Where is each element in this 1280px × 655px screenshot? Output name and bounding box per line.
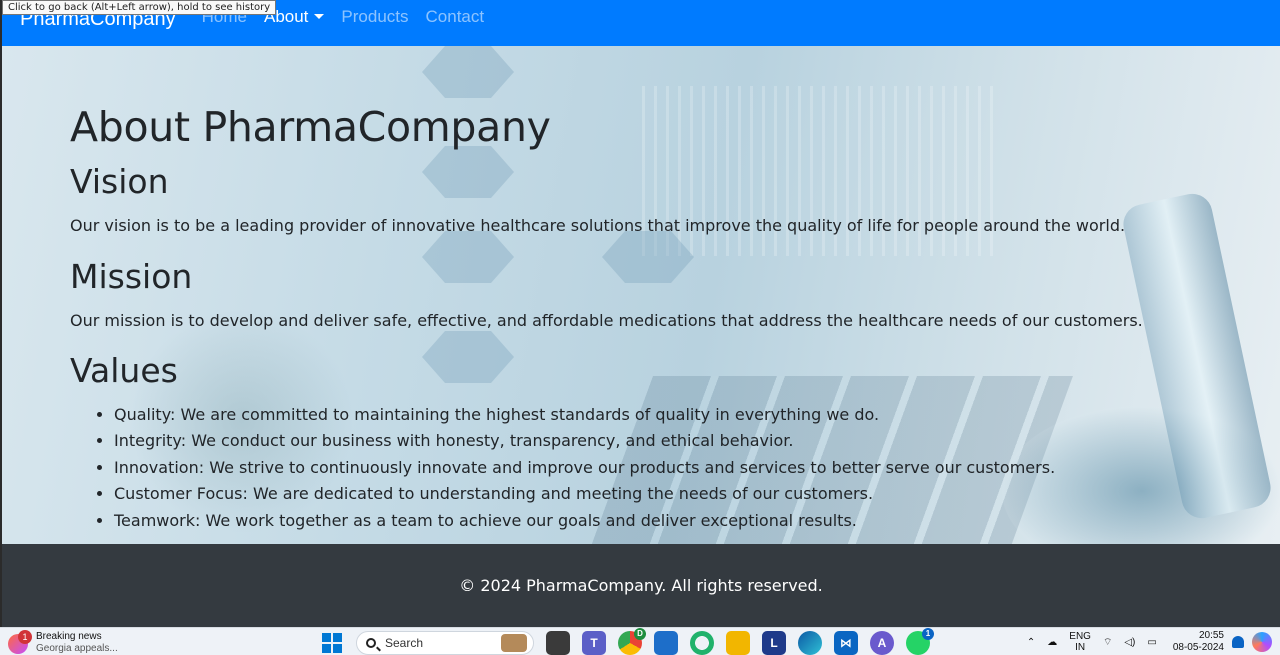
- language-code: ENG: [1069, 631, 1091, 642]
- chevron-up-icon[interactable]: ⌃: [1027, 637, 1035, 648]
- copilot-icon[interactable]: [1252, 632, 1272, 652]
- chrome-profile-badge: D: [634, 628, 646, 640]
- windows-start-icon[interactable]: [322, 633, 342, 653]
- values-list-item: Teamwork: We work together as a team to …: [114, 510, 1055, 536]
- values-list: Quality: We are committed to maintaining…: [94, 404, 1055, 536]
- vscode-icon[interactable]: ⋈: [834, 631, 858, 655]
- nav-link-products[interactable]: Products: [341, 7, 408, 27]
- refresh-app-icon[interactable]: [690, 631, 714, 655]
- news-title: Breaking news: [36, 631, 102, 642]
- clock-date: 08-05-2024: [1172, 642, 1224, 653]
- chrome-icon[interactable]: D: [618, 628, 646, 655]
- mission-text: Our mission is to develop and deliver sa…: [70, 311, 1143, 330]
- page-title: About PharmaCompany: [70, 103, 551, 151]
- whatsapp-badge: 1: [922, 628, 934, 640]
- hexagon-decoration: [422, 146, 514, 198]
- hexagon-decoration: [422, 331, 514, 383]
- file-explorer-icon[interactable]: [726, 631, 750, 655]
- wifi-icon[interactable]: ⌔: [1103, 636, 1112, 649]
- news-icon: 1: [8, 630, 32, 654]
- nav-link-contact[interactable]: Contact: [426, 7, 485, 27]
- news-widget[interactable]: 1 Breaking news Georgia appeals...: [8, 630, 118, 655]
- taskbar-search[interactable]: Search: [356, 631, 534, 655]
- volume-icon[interactable]: ◁): [1124, 637, 1135, 648]
- hexagon-decoration: [422, 231, 514, 283]
- values-list-item: Integrity: We conduct our business with …: [114, 430, 1055, 456]
- search-label: Search: [385, 636, 424, 650]
- whatsapp-icon[interactable]: 1: [906, 628, 934, 655]
- system-tray: ⌃ ☁ ENG IN ⌔ ◁) ▭ 20:55 08-05-2024: [1021, 630, 1272, 654]
- news-subtitle: Georgia appeals...: [36, 643, 118, 654]
- news-badge: 1: [18, 630, 32, 644]
- clock[interactable]: 20:55 08-05-2024: [1173, 630, 1224, 654]
- task-view-icon[interactable]: [546, 631, 570, 655]
- about-hero-section: About PharmaCompany Vision Our vision is…: [2, 46, 1280, 544]
- values-list-item: Innovation: We strive to continuously in…: [114, 457, 1055, 483]
- region-code: IN: [1075, 642, 1086, 653]
- battery-icon[interactable]: ▭: [1147, 637, 1156, 648]
- copyright-text: © 2024 PharmaCompany. All rights reserve…: [459, 576, 823, 595]
- back-button-tooltip: Click to go back (Alt+Left arrow), hold …: [2, 0, 277, 15]
- dropdown-caret-icon: [314, 14, 325, 19]
- window-frame-edge: [0, 0, 2, 627]
- search-icon: [366, 638, 376, 648]
- clock-time: 20:55: [1198, 630, 1224, 641]
- teams-icon[interactable]: T: [582, 631, 606, 655]
- store-icon[interactable]: [654, 631, 678, 655]
- notification-bell-icon[interactable]: [1232, 636, 1244, 648]
- test-tube-decoration: [1119, 190, 1275, 522]
- page-footer: © 2024 PharmaCompany. All rights reserve…: [2, 544, 1280, 627]
- values-list-item: Quality: We are committed to maintaining…: [114, 404, 1055, 430]
- search-highlight-image: [501, 634, 527, 652]
- l-app-icon[interactable]: L: [762, 631, 786, 655]
- cloud-icon[interactable]: ☁: [1047, 637, 1057, 648]
- values-list-item: Customer Focus: We are dedicated to unde…: [114, 483, 1055, 509]
- taskbar-apps: Search T D L ⋈ A 1: [322, 628, 936, 655]
- edge-icon[interactable]: [798, 631, 822, 655]
- hexagon-decoration: [602, 231, 694, 283]
- windows-taskbar: 1 Breaking news Georgia appeals... Searc…: [0, 627, 1280, 655]
- arc-app-icon[interactable]: A: [870, 631, 894, 655]
- vision-heading: Vision: [70, 162, 169, 201]
- vision-text: Our vision is to be a leading provider o…: [70, 216, 1126, 235]
- language-indicator[interactable]: ENG IN: [1069, 631, 1091, 653]
- mission-heading: Mission: [70, 257, 193, 296]
- hexagon-decoration: [422, 46, 514, 98]
- values-heading: Values: [70, 351, 178, 390]
